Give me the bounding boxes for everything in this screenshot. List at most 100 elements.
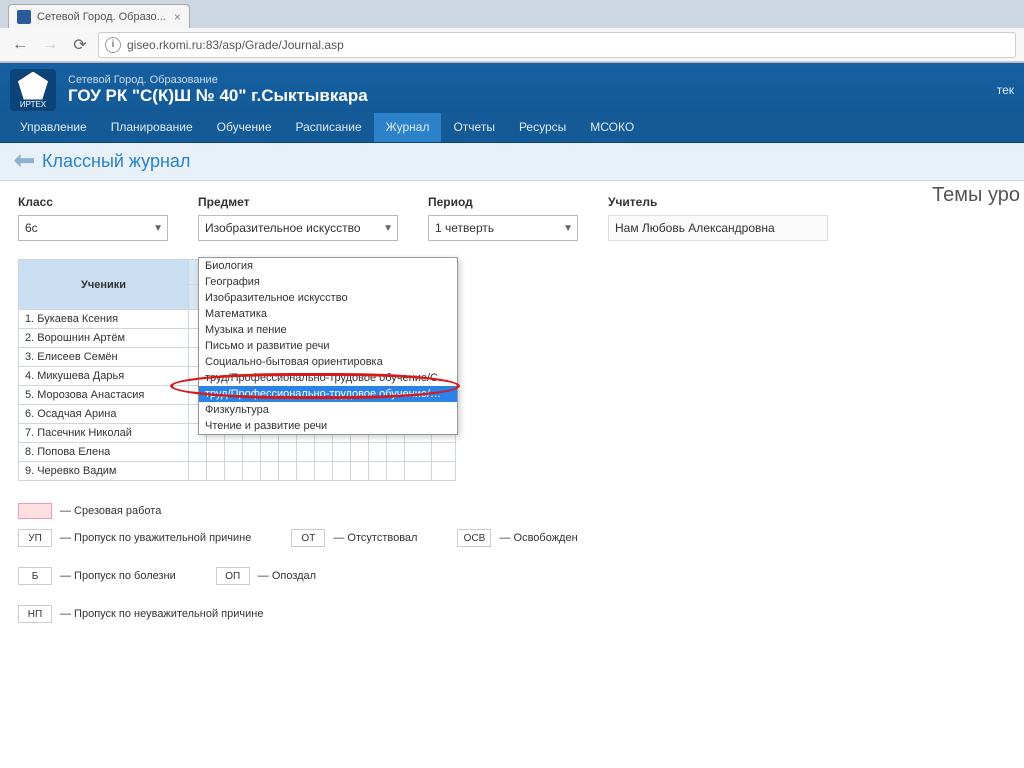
code-b: Б [18,567,52,585]
grade-cell[interactable] [189,462,207,481]
nav-item-1[interactable]: Планирование [99,113,205,142]
student-name[interactable]: 8. Попова Елена [19,443,189,462]
grade-cell[interactable] [369,462,387,481]
period-select[interactable]: 1 четверть ▼ [428,215,578,241]
dropdown-item[interactable]: Письмо и развитие речи [199,338,457,354]
grade-cell[interactable] [207,443,225,462]
back-arrow-icon[interactable] [14,154,34,170]
nav-item-0[interactable]: Управление [8,113,99,142]
period-label: Период [428,195,578,209]
nav-item-6[interactable]: Ресурсы [507,113,578,142]
grade-cell[interactable] [261,443,279,462]
grade-cell[interactable] [431,443,456,462]
grade-cell[interactable] [369,443,387,462]
reload-button[interactable]: ⟳ [68,33,92,57]
legend: — Срезовая работа УП— Пропуск по уважите… [18,503,1006,633]
teacher-field: Нам Любовь Александровна [608,215,828,241]
grade-cell[interactable] [405,443,432,462]
grade-cell[interactable] [297,462,315,481]
table-row: 8. Попова Елена [19,443,456,462]
tab-title: Сетевой Город. Образо... [37,11,166,23]
table-row: 9. Черевко Вадим [19,462,456,481]
grade-cell[interactable] [351,462,369,481]
nav-item-3[interactable]: Расписание [284,113,374,142]
grade-cell[interactable] [315,462,333,481]
grade-cell[interactable] [243,443,261,462]
grade-cell[interactable] [279,443,297,462]
info-icon[interactable]: i [105,37,121,53]
dropdown-item[interactable]: труд/Профессионально-трудовое обучение/С… [199,370,457,386]
code-up: УП [18,529,52,547]
browser-toolbar: ← → ⟳ i giseo.rkomi.ru:83/asp/Grade/Jour… [0,28,1024,62]
page-title-bar: Классный журнал [0,143,1024,181]
students-header: Ученики [19,260,189,310]
grade-cell[interactable] [405,462,432,481]
student-name[interactable]: 9. Черевко Вадим [19,462,189,481]
student-name[interactable]: 7. Пасечник Николай [19,424,189,443]
grade-cell[interactable] [207,462,225,481]
chevron-down-icon: ▼ [153,223,163,234]
grade-cell[interactable] [297,443,315,462]
browser-chrome: Сетевой Город. Образо... × ← → ⟳ i giseo… [0,0,1024,63]
student-name[interactable]: 3. Елисеев Семён [19,348,189,367]
grade-cell[interactable] [189,443,207,462]
grade-cell[interactable] [333,443,351,462]
dropdown-item[interactable]: Математика [199,306,457,322]
grade-cell[interactable] [315,443,333,462]
grade-cell[interactable] [351,443,369,462]
nav-item-7[interactable]: МСОКО [578,113,646,142]
grade-cell[interactable] [261,462,279,481]
class-select[interactable]: 6с ▼ [18,215,168,241]
class-label: Класс [18,195,168,209]
tab-strip: Сетевой Город. Образо... × [0,0,1024,28]
chevron-down-icon: ▼ [383,223,393,234]
grade-cell[interactable] [333,462,351,481]
code-ot: ОТ [291,529,325,547]
nav-item-4[interactable]: Журнал [374,113,442,142]
student-name[interactable]: 4. Микушева Дарья [19,367,189,386]
dropdown-item[interactable]: Биология [199,258,457,274]
dropdown-item[interactable]: Социально-бытовая ориентировка [199,354,457,370]
dropdown-item[interactable]: Чтение и развитие речи [199,418,457,434]
subject-select[interactable]: Изобразительное искусство ▼ [198,215,398,241]
code-osv: ОСВ [457,529,491,547]
chevron-down-icon: ▼ [563,223,573,234]
grade-cell[interactable] [243,462,261,481]
student-name[interactable]: 2. Ворошнин Артём [19,329,189,348]
grade-cell[interactable] [279,462,297,481]
dropdown-item[interactable]: Физкультура [199,402,457,418]
dropdown-item[interactable]: Музыка и пение [199,322,457,338]
grade-cell[interactable] [225,443,243,462]
subject-label: Предмет [198,195,398,209]
url-text: giseo.rkomi.ru:83/asp/Grade/Journal.asp [127,38,344,52]
address-bar[interactable]: i giseo.rkomi.ru:83/asp/Grade/Journal.as… [98,32,1016,58]
subject-dropdown[interactable]: БиологияГеографияИзобразительное искусст… [198,257,458,435]
close-icon[interactable]: × [166,10,181,24]
student-name[interactable]: 6. Осадчая Арина [19,405,189,424]
browser-tab[interactable]: Сетевой Город. Образо... × [8,4,190,28]
grade-cell[interactable] [225,462,243,481]
back-button[interactable]: ← [8,33,32,57]
nav-item-2[interactable]: Обучение [205,113,284,142]
dropdown-item[interactable]: Изобразительное искусство [199,290,457,306]
brand-subtitle: Сетевой Город. Образование [68,74,368,86]
dropdown-item[interactable]: труд/Профессионально-трудовое обучение/Ш… [199,386,457,402]
main-nav: УправлениеПланированиеОбучениеРасписание… [0,113,1024,143]
student-name[interactable]: 1. Букаева Ксения [19,310,189,329]
student-name[interactable]: 5. Морозова Анастасия [19,386,189,405]
teacher-label: Учитель [608,195,828,209]
grade-cell[interactable] [387,443,405,462]
content: Класс 6с ▼ Предмет Изобразительное искус… [0,181,1024,657]
favicon-icon [17,10,31,24]
site-header: ИРТЕХ Сетевой Город. Образование ГОУ РК … [0,63,1024,113]
logo: ИРТЕХ [10,69,56,111]
grade-cell[interactable] [387,462,405,481]
brand-title: ГОУ РК "С(К)Ш № 40" г.Сыктывкара [68,86,368,106]
swatch-pink [18,503,52,519]
code-op: ОП [216,567,250,585]
nav-item-5[interactable]: Отчеты [441,113,506,142]
grade-cell[interactable] [431,462,456,481]
filters-row: Класс 6с ▼ Предмет Изобразительное искус… [18,195,1006,241]
forward-button: → [38,33,62,57]
dropdown-item[interactable]: География [199,274,457,290]
